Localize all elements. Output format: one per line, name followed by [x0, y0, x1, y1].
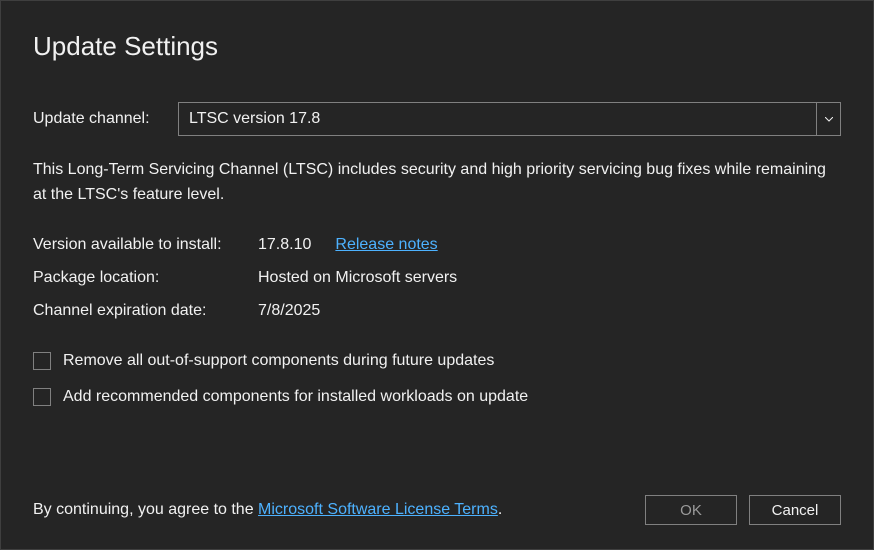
channel-expiration-label: Channel expiration date:	[33, 302, 258, 320]
channel-expiration-value: 7/8/2025	[258, 302, 841, 320]
version-available-label: Version available to install:	[33, 236, 258, 254]
package-location-value: Hosted on Microsoft servers	[258, 269, 841, 287]
remove-out-of-support-row: Remove all out-of-support components dur…	[33, 352, 841, 370]
version-available-value: 17.8.10	[258, 236, 311, 254]
version-available-value-row: 17.8.10 Release notes	[258, 236, 841, 254]
remove-out-of-support-checkbox[interactable]	[33, 352, 51, 370]
license-agreement-text: By continuing, you agree to the Microsof…	[33, 501, 502, 519]
license-terms-link[interactable]: Microsoft Software License Terms	[258, 501, 498, 518]
license-prefix: By continuing, you agree to the	[33, 501, 258, 518]
add-recommended-checkbox[interactable]	[33, 388, 51, 406]
info-grid: Version available to install: 17.8.10 Re…	[33, 236, 841, 320]
update-channel-select[interactable]: LTSC version 17.8	[178, 102, 841, 136]
dialog-title: Update Settings	[33, 31, 841, 62]
add-recommended-label: Add recommended components for installed…	[63, 388, 528, 406]
dialog-footer: By continuing, you agree to the Microsof…	[33, 495, 841, 525]
dropdown-arrow-icon[interactable]	[816, 103, 840, 135]
license-suffix: .	[498, 501, 502, 518]
add-recommended-row: Add recommended components for installed…	[33, 388, 841, 406]
update-channel-label: Update channel:	[33, 110, 178, 128]
update-channel-row: Update channel: LTSC version 17.8	[33, 102, 841, 136]
package-location-label: Package location:	[33, 269, 258, 287]
remove-out-of-support-label: Remove all out-of-support components dur…	[63, 352, 494, 370]
update-channel-value: LTSC version 17.8	[179, 103, 816, 135]
dialog-buttons: OK Cancel	[645, 495, 841, 525]
update-settings-dialog: Update Settings Update channel: LTSC ver…	[0, 0, 874, 550]
channel-description: This Long-Term Servicing Channel (LTSC) …	[33, 158, 841, 208]
ok-button[interactable]: OK	[645, 495, 737, 525]
cancel-button[interactable]: Cancel	[749, 495, 841, 525]
release-notes-link[interactable]: Release notes	[335, 236, 437, 254]
